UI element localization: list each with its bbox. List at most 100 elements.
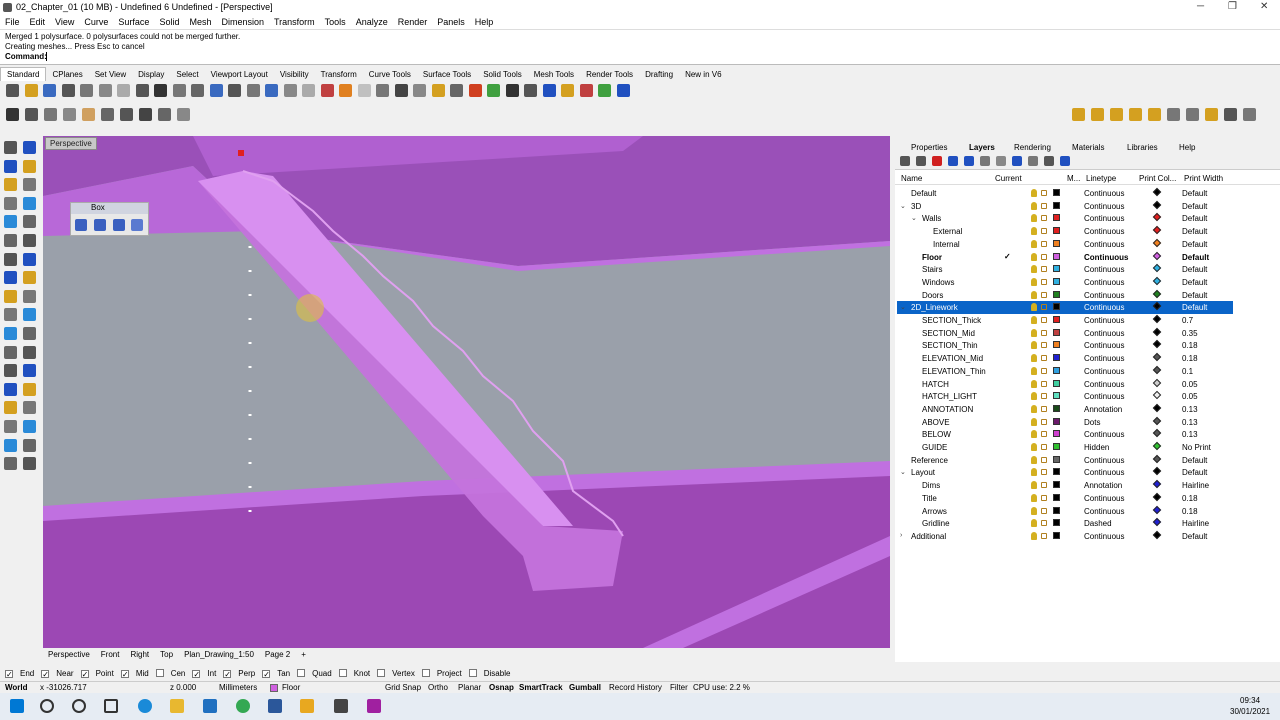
tab-curve-tools[interactable]: Curve Tools: [363, 68, 417, 82]
menu-transform[interactable]: Transform: [269, 15, 320, 27]
layer-row[interactable]: BELOW Continuous 0.13: [897, 428, 1233, 441]
left-palette-tool-icon[interactable]: [4, 234, 17, 247]
layer-visibility-bulb-icon[interactable]: [1031, 201, 1037, 210]
layer-linetype[interactable]: Continuous: [1084, 253, 1128, 262]
osnap-checkbox[interactable]: [468, 669, 477, 677]
layer-lock-icon[interactable]: [1041, 482, 1047, 489]
layer-print-width[interactable]: Default: [1182, 189, 1207, 198]
col-print-color[interactable]: Print Col...: [1139, 174, 1176, 183]
toolbar-tool-icon[interactable]: [117, 84, 130, 97]
layer-row[interactable]: Reference Continuous Default: [897, 454, 1233, 467]
print-color-swatch[interactable]: [1152, 416, 1162, 425]
layer-lock-icon[interactable]: [1041, 202, 1047, 209]
osnap-tan[interactable]: ✓ Tan: [262, 669, 290, 679]
layer-lock-icon[interactable]: [1041, 367, 1047, 374]
left-palette-tool-icon[interactable]: [23, 420, 36, 433]
maximize-button[interactable]: ❐: [1228, 1, 1237, 12]
tab-display[interactable]: Display: [132, 68, 170, 82]
layer-lock-icon[interactable]: [1041, 190, 1047, 196]
toolbar-tool-icon[interactable]: [542, 84, 556, 97]
gumball-toggle[interactable]: Gumball: [569, 683, 601, 692]
layer-linetype[interactable]: Dots: [1084, 418, 1100, 427]
left-palette-tool-icon[interactable]: [4, 271, 17, 285]
left-palette-tool-icon[interactable]: [23, 271, 36, 285]
toolbar-tool-icon[interactable]: [80, 84, 93, 97]
layer-linetype[interactable]: Continuous: [1084, 227, 1124, 236]
menu-curve[interactable]: Curve: [79, 15, 113, 27]
layer-lock-icon[interactable]: [1041, 355, 1047, 362]
left-palette-tool-icon[interactable]: [23, 234, 36, 247]
layer-tool-icon[interactable]: [964, 156, 974, 166]
left-palette-tool-icon[interactable]: [4, 457, 17, 471]
layer-color-swatch[interactable]: [1053, 443, 1060, 450]
left-palette-tool-icon[interactable]: [23, 141, 36, 154]
layer-print-width[interactable]: 0.05: [1182, 392, 1198, 401]
units-indicator[interactable]: Millimeters: [219, 683, 257, 692]
toolbar-tool-icon[interactable]: [598, 84, 611, 97]
ortho-toggle[interactable]: Ortho: [428, 683, 448, 692]
vptab-top[interactable]: Top: [155, 649, 178, 660]
layer-visibility-bulb-icon[interactable]: [1031, 481, 1037, 490]
layer-linetype[interactable]: Continuous: [1084, 265, 1124, 274]
layer-color-swatch[interactable]: [1053, 531, 1060, 539]
layer-row[interactable]: SECTION_Mid Continuous 0.35: [897, 327, 1233, 340]
close-button[interactable]: ✕: [1260, 1, 1268, 12]
layer-print-width[interactable]: 0.13: [1182, 430, 1198, 439]
layer-print-width[interactable]: 0.35: [1182, 329, 1198, 338]
box-diagonal-icon[interactable]: [94, 219, 106, 231]
layer-linetype[interactable]: Continuous: [1084, 354, 1124, 363]
osnap-checkbox[interactable]: ✓: [192, 670, 201, 679]
layer-print-width[interactable]: Default: [1182, 468, 1207, 477]
left-palette-tool-icon[interactable]: [23, 289, 36, 303]
planar-toggle[interactable]: Planar: [458, 683, 481, 692]
tab-surface-tools[interactable]: Surface Tools: [417, 68, 477, 82]
menu-tools[interactable]: Tools: [320, 15, 351, 27]
layer-row[interactable]: ⌄ Layout Continuous Default: [897, 466, 1233, 479]
toolbar-tool-icon[interactable]: [376, 84, 389, 97]
layer-visibility-bulb-icon[interactable]: [1031, 392, 1037, 401]
toolbar-tool-icon[interactable]: [43, 84, 56, 97]
left-palette-tool-icon[interactable]: [4, 252, 17, 266]
osnap-mid[interactable]: ✓ Mid: [120, 669, 149, 679]
left-palette-tool-icon[interactable]: [23, 382, 36, 396]
layer-linetype[interactable]: Continuous: [1084, 494, 1124, 503]
layer-linetype[interactable]: Annotation: [1084, 481, 1122, 490]
toolbar-tool-icon[interactable]: [82, 108, 95, 121]
layer-color-swatch[interactable]: [1053, 265, 1060, 273]
layer-row[interactable]: Floor ✓ Continuous Default: [897, 251, 1233, 264]
layer-lock-icon[interactable]: [1041, 456, 1047, 463]
layer-visibility-bulb-icon[interactable]: [1031, 404, 1037, 413]
layer-linetype[interactable]: Continuous: [1084, 202, 1124, 211]
toolbar-tool-icon[interactable]: [431, 84, 445, 97]
layer-print-width[interactable]: 0.05: [1182, 380, 1198, 389]
layer-print-width[interactable]: Hairline: [1182, 519, 1209, 528]
toolbar-tool-icon[interactable]: [357, 84, 371, 97]
layer-color-swatch[interactable]: [1053, 519, 1060, 527]
toolbar-tool-icon[interactable]: [413, 84, 426, 97]
print-color-swatch[interactable]: [1152, 492, 1162, 502]
layer-linetype[interactable]: Continuous: [1084, 278, 1124, 287]
left-palette-tool-icon[interactable]: [4, 327, 17, 340]
left-palette-tool-icon[interactable]: [23, 438, 36, 452]
layer-print-width[interactable]: Default: [1182, 532, 1207, 541]
toolbar-tool-icon[interactable]: [450, 84, 463, 97]
osnap-checkbox[interactable]: ✓: [262, 670, 271, 679]
layer-row[interactable]: Dims Annotation Hairline: [897, 479, 1233, 492]
toolbar-tool-icon[interactable]: [101, 108, 114, 121]
layer-color-swatch[interactable]: [1053, 493, 1060, 501]
tab-new-in-v6[interactable]: New in V6: [679, 68, 727, 82]
left-palette-tool-icon[interactable]: [23, 215, 36, 229]
osnap-checkbox[interactable]: ✓: [80, 670, 89, 679]
col-name[interactable]: Name: [901, 174, 922, 183]
layer-lock-icon[interactable]: [1041, 215, 1047, 222]
toolbar-tool-icon[interactable]: [468, 84, 482, 97]
menu-solid[interactable]: Solid: [154, 15, 184, 27]
layer-visibility-bulb-icon[interactable]: [1031, 265, 1037, 274]
layer-linetype[interactable]: Hidden: [1084, 443, 1109, 452]
layer-print-width[interactable]: Default: [1182, 202, 1207, 211]
print-color-swatch[interactable]: [1152, 365, 1162, 375]
osnap-int[interactable]: ✓ Int: [192, 669, 216, 679]
layer-linetype[interactable]: Continuous: [1084, 468, 1124, 477]
menu-analyze[interactable]: Analyze: [351, 15, 393, 27]
layer-row[interactable]: SECTION_Thin Continuous 0.18: [897, 339, 1233, 352]
